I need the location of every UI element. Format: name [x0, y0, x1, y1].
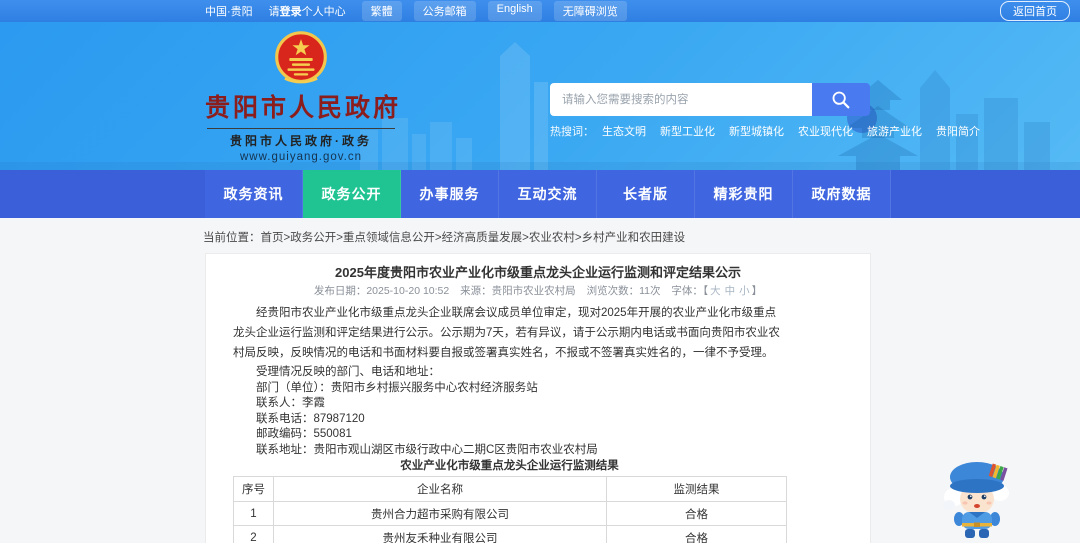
hot-search-link[interactable]: 农业现代化 — [798, 123, 853, 139]
article-paragraph: 经贵阳市农业产业化市级重点龙头企业联席会议成员单位审定，现对2025年开展的农业… — [233, 307, 780, 359]
hot-search-links: 生态文明 新型工业化 新型城镇化 农业现代化 旅游产业化 贵阳简介 — [602, 123, 994, 139]
publish-date: 发布日期：2025-10-20 10:52 — [313, 285, 450, 297]
font-size-option[interactable]: 小 — [739, 285, 750, 297]
assistant-mascot[interactable] — [934, 455, 1020, 539]
article-paragraph: 联系地址：贵阳市观山湖区市级行政中心二期C区贵阳市农业农村局 — [256, 443, 598, 456]
brand-divider — [207, 128, 395, 129]
table-row: 2 贵州友禾种业有限公司 合格 — [233, 525, 787, 543]
table-header-cell: 企业名称 — [273, 476, 607, 502]
table-cell: 贵州合力超市采购有限公司 — [273, 501, 607, 526]
font-size-control: 字体：【大中小】 — [671, 285, 763, 297]
nav-tab-4[interactable]: 长者版 — [597, 170, 695, 218]
nav-tab-5[interactable]: 精彩贵阳 — [695, 170, 793, 218]
city-skyline-decoration — [0, 42, 1080, 170]
search-input[interactable] — [550, 83, 812, 116]
site-banner: 贵阳市人民政府 贵阳市人民政府·政务 www.guiyang.gov.cn 热搜… — [0, 22, 1080, 170]
view-count: 浏览次数：11次 — [586, 285, 661, 297]
nav-tab-6[interactable]: 政府数据 — [793, 170, 891, 218]
topbar-link-traditional-chinese[interactable]: 繁體 — [361, 1, 402, 21]
hot-search-link[interactable]: 旅游产业化 — [867, 123, 922, 139]
breadcrumb: 当前位置：首页>政务公开>重点领域信息公开>经济高质量发展>农业农村>乡村产业和… — [203, 229, 1080, 245]
topbar-quick-links: 繁體 公务邮箱 English 无障碍浏览 — [361, 1, 639, 21]
table-header-cell: 序号 — [233, 476, 274, 502]
table-header-cell: 监测结果 — [606, 476, 787, 502]
topbar-login-entry[interactable]: 请登录个人中心 — [269, 3, 346, 19]
table-row: 1 贵州合力超市采购有限公司 合格 — [233, 501, 787, 526]
nav-tab-3[interactable]: 互动交流 — [499, 170, 597, 218]
article-paragraph: 部门（单位）：贵阳市乡村振兴服务中心农村经济服务站 — [256, 381, 538, 394]
site-subtitle: 贵阳市人民政府·政务 — [230, 134, 372, 148]
article-card: 2025年度贵阳市农业产业化市级重点龙头企业运行监测和评定结果公示 发布日期：2… — [205, 253, 871, 543]
table-cell: 贵州友禾种业有限公司 — [273, 525, 607, 543]
article-title: 2025年度贵阳市农业产业化市级重点龙头企业运行监测和评定结果公示 — [335, 265, 741, 280]
nav-tab-0[interactable]: 政务资讯 — [205, 170, 303, 218]
back-to-home-button[interactable]: 返回首页 — [1000, 1, 1070, 21]
article-body: 经贵阳市农业产业化市级重点龙头企业联席会议成员单位审定，现对2025年开展的农业… — [233, 303, 787, 543]
table-cell: 2 — [233, 525, 274, 543]
topbar-link-english[interactable]: English — [487, 1, 542, 21]
breadcrumb-label: 当前位置： — [203, 232, 261, 244]
china-national-emblem-icon — [275, 31, 327, 84]
topbar-link-accessibility[interactable]: 无障碍浏览 — [553, 1, 627, 21]
login-suffix: 个人中心 — [301, 6, 346, 18]
table-cell: 合格 — [606, 501, 787, 526]
result-table: 序号企业名称监测结果1贵州合力超市采购有限公司合格2贵州友禾种业有限公司合格3贵… — [233, 476, 787, 543]
article-paragraph: 联系人：李霞 — [256, 397, 325, 409]
font-size-option[interactable]: 中 — [725, 285, 736, 297]
site-brand: 贵阳市人民政府 贵阳市人民政府·政务 www.guiyang.gov.cn — [205, 30, 402, 163]
article-source: 来源：贵阳市农业农村局 — [460, 285, 576, 297]
main-nav: 政务资讯 政务公开 办事服务 互动交流 长者版 精彩贵阳 政府数据 — [0, 170, 1080, 218]
hot-search-link[interactable]: 新型工业化 — [660, 123, 715, 139]
article-paragraph: 邮政编码：550081 — [256, 428, 352, 440]
hot-search-row: 热搜词： 生态文明 新型工业化 新型城镇化 农业现代化 旅游产业化 贵阳简介 — [550, 123, 980, 139]
table-cell: 1 — [233, 501, 274, 526]
article-paragraph: 受理情况反映的部门、电话和地址： — [256, 366, 440, 378]
site-title: 贵阳市人民政府 — [205, 94, 402, 122]
search-button[interactable] — [812, 83, 870, 116]
table-cell: 合格 — [606, 525, 787, 543]
hot-search-label: 热搜词： — [550, 126, 594, 138]
topbar-link-official-mailbox[interactable]: 公务邮箱 — [413, 1, 476, 21]
article-meta: 发布日期：2025-10-20 10:52 来源：贵阳市农业农村局 浏览次数：1… — [206, 285, 870, 297]
result-table-caption: 农业产业化市级重点龙头企业运行监测结果 — [400, 460, 619, 472]
table-header-row: 序号 企业名称 监测结果 — [233, 476, 787, 502]
nav-tab-1[interactable]: 政务公开 — [303, 170, 401, 218]
font-size-option[interactable]: 大 — [710, 285, 721, 297]
article-paragraph: 联系电话：87987120 — [256, 412, 365, 425]
site-url: www.guiyang.gov.cn — [240, 151, 362, 163]
topbar-region-label[interactable]: 中国·贵阳 — [205, 3, 253, 19]
topbar: 中国·贵阳 请登录个人中心 繁體 公务邮箱 English 无障碍浏览 返回首页 — [0, 0, 1080, 22]
hot-search-link[interactable]: 贵阳简介 — [936, 123, 980, 139]
search-area: 热搜词： 生态文明新型工业化新型城镇化农业现代化旅游产业化贵阳简介 — [550, 83, 980, 139]
login-prefix: 请 — [268, 6, 280, 18]
breadcrumb-path[interactable]: 首页>政务公开>重点领域信息公开>经济高质量发展>农业农村>乡村产业和农田建设 — [261, 232, 686, 244]
hot-search-link[interactable]: 生态文明 — [602, 123, 646, 139]
search-icon — [832, 91, 850, 108]
nav-tab-2[interactable]: 办事服务 — [401, 170, 499, 218]
login-link[interactable]: 登录 — [280, 6, 302, 18]
hot-search-link[interactable]: 新型城镇化 — [729, 123, 784, 139]
